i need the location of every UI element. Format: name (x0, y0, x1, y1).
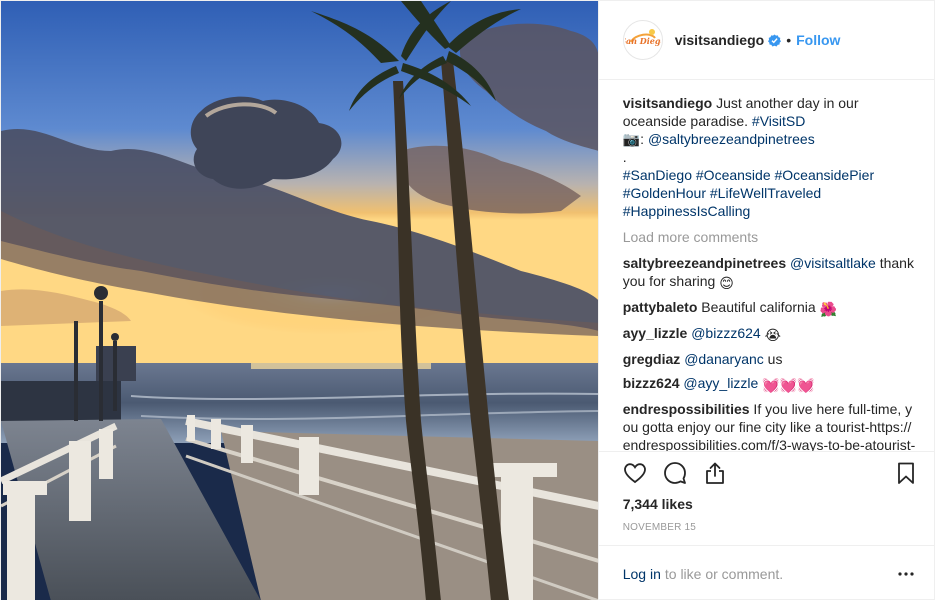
post-side-panel: San Diego visitsandiego • Follow visitsa… (597, 1, 934, 600)
comment-username[interactable]: ayy_lizzle (623, 325, 688, 341)
comment-text: Beautiful california (697, 299, 820, 315)
post-author-username[interactable]: visitsandiego (675, 32, 764, 48)
post-header: San Diego visitsandiego • Follow (598, 1, 934, 80)
heart-icon[interactable] (623, 461, 647, 485)
comment: gregdiaz @danaryanc us (623, 350, 918, 368)
post-actions-area: 7,344 likes NOVEMBER 15 (598, 451, 934, 545)
comment-username[interactable]: saltybreezeandpinetrees (623, 255, 786, 271)
hashtag-link[interactable]: #LifeWellTraveled (710, 185, 821, 201)
hashtag-link[interactable]: #VisitSD (752, 113, 805, 129)
comment-username[interactable]: bizzz624 (623, 375, 680, 391)
hashtag-link[interactable]: #Oceanside (696, 167, 771, 183)
svg-text:San Diego: San Diego (625, 36, 661, 46)
comment: bizzz624 @ayy_lizzle 💓💓💓 (623, 374, 918, 394)
instagram-post: San Diego visitsandiego • Follow visitsa… (0, 0, 935, 600)
comment: endrespossibilities If you live here ful… (623, 400, 918, 451)
mention-link[interactable]: @visitsaltlake (790, 255, 876, 271)
comment: pattybaleto Beautiful california 🌺 (623, 298, 918, 318)
mention-link[interactable]: @bizzz624 (691, 325, 760, 341)
post-caption: visitsandiego Just another day in our oc… (623, 94, 918, 220)
crying-face-emoji: 😭 (764, 327, 781, 343)
comments-section[interactable]: visitsandiego Just another day in our oc… (599, 80, 934, 451)
san-diego-logo: San Diego (625, 23, 661, 57)
hashtag-link[interactable]: #OceansidePier (775, 167, 875, 183)
login-prompt-bar: Log in to like or comment. (598, 545, 934, 600)
hashtag-link[interactable]: #HappinessIsCalling (623, 203, 751, 219)
login-prompt-text: to like or comment. (664, 565, 784, 582)
mention-link[interactable]: @ayy_lizzle (683, 375, 758, 391)
caption-credit-separator: : (640, 131, 648, 147)
comment-username[interactable]: pattybaleto (623, 299, 698, 315)
comment-username[interactable]: gregdiaz (623, 351, 681, 367)
post-date[interactable]: NOVEMBER 15 (623, 522, 918, 545)
like-count[interactable]: 7,344 likes (623, 496, 918, 512)
action-bar (623, 452, 918, 494)
caption-username[interactable]: visitsandiego (623, 95, 712, 111)
camera-emoji: 📷 (622, 131, 641, 147)
comment: ayy_lizzle @bizzz624 😭 (623, 324, 918, 344)
follow-button[interactable]: Follow (796, 32, 840, 48)
comment-bubble-icon[interactable] (663, 461, 687, 485)
comment: saltybreezeandpinetrees @visitsaltlake t… (623, 254, 918, 292)
mention-link[interactable]: @saltybreezeandpinetrees (648, 131, 815, 147)
post-photo[interactable] (1, 1, 598, 600)
more-options-icon[interactable] (894, 562, 918, 586)
hibiscus-emoji: 🌺 (819, 301, 838, 317)
mention-link[interactable]: @danaryanc (684, 351, 764, 367)
share-icon[interactable] (703, 461, 727, 485)
verified-badge-icon (768, 33, 782, 46)
load-more-comments-button[interactable]: Load more comments (623, 228, 918, 246)
hashtag-link[interactable]: #GoldenHour (623, 185, 706, 201)
avatar[interactable]: San Diego (622, 20, 663, 60)
caption-dot-line: . (622, 149, 627, 165)
comment-username[interactable]: endrespossibilities (623, 401, 750, 417)
oceanside-pier-sunset-image (1, 1, 598, 600)
separator-dot: • (786, 32, 792, 48)
login-link[interactable]: Log in (623, 566, 661, 582)
hashtag-link[interactable]: #SanDiego (623, 167, 692, 183)
bookmark-icon[interactable] (894, 461, 918, 485)
smiling-face-emoji: 😊 (719, 275, 734, 291)
comment-text: us (763, 351, 783, 367)
beating-heart-emoji: 💓💓💓 (762, 377, 815, 393)
